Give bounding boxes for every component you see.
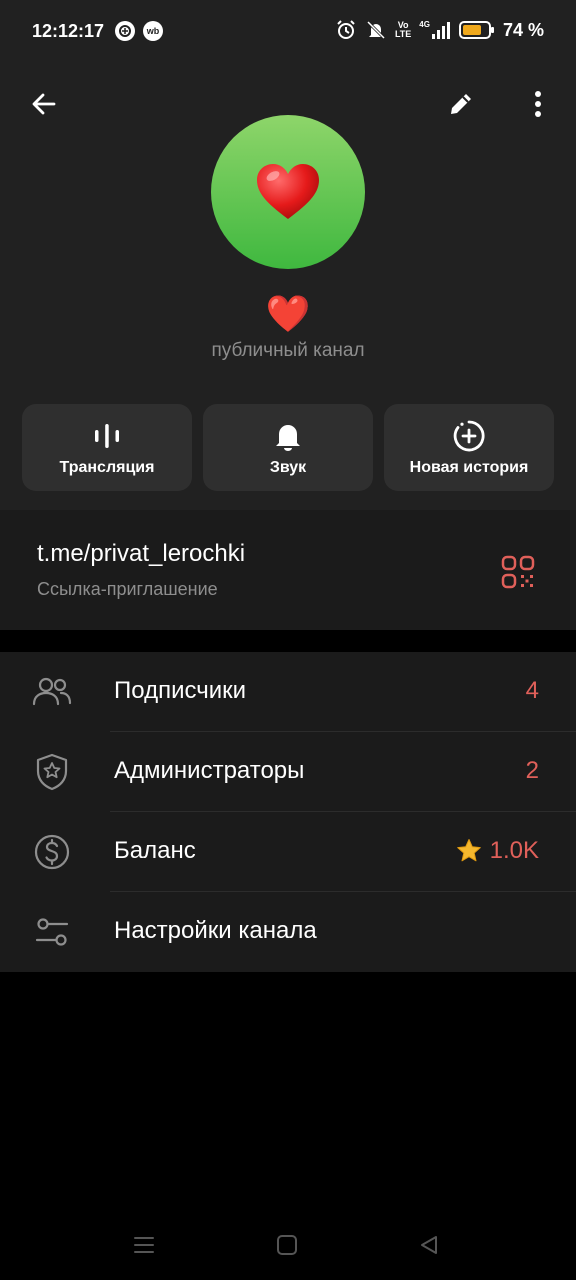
- add-story-icon: [453, 420, 485, 451]
- alarm-icon: [337, 20, 355, 39]
- action-buttons: Трансляция Звук Новая история: [22, 404, 554, 491]
- administrators-label: Администраторы: [114, 757, 305, 784]
- channel-menu: Подписчики 4 Администраторы 2 Баланс 1.0…: [0, 652, 576, 972]
- sliders-icon: [35, 918, 69, 946]
- invite-link-caption: Ссылка-приглашение: [37, 579, 218, 599]
- back-nav-button[interactable]: [411, 1229, 447, 1261]
- status-indicators: Vo LTE 4G 74 %: [335, 19, 544, 41]
- arrow-left-icon: [32, 93, 56, 115]
- menu-item-channel-settings[interactable]: Настройки канала: [0, 892, 576, 972]
- heart-icon: [257, 164, 319, 219]
- volte-icon: Vo LTE: [394, 20, 412, 39]
- signal-icon: 4G: [419, 20, 451, 40]
- recents-button[interactable]: [126, 1229, 162, 1261]
- channel-title: ❤️: [265, 293, 311, 334]
- new-story-button[interactable]: Новая история: [384, 404, 554, 491]
- new-story-label: Новая история: [409, 458, 529, 476]
- star-icon: [456, 839, 481, 862]
- bell-icon: [276, 424, 300, 451]
- menu-item-balance[interactable]: Баланс 1.0K: [0, 812, 576, 892]
- more-vertical-icon: [535, 91, 541, 117]
- menu-item-subscribers[interactable]: Подписчики 4: [0, 652, 576, 732]
- edit-button[interactable]: [441, 84, 481, 124]
- status-app-icons: wb: [115, 21, 163, 41]
- balance-value: 1.0K: [456, 837, 539, 865]
- channel-avatar[interactable]: [211, 115, 365, 269]
- dollar-circle-icon: [34, 834, 70, 870]
- stream-icon: [95, 423, 119, 448]
- sound-label: Звук: [269, 458, 307, 476]
- menu-lines-icon: [134, 1237, 154, 1253]
- back-button[interactable]: [24, 84, 64, 124]
- menu-item-administrators[interactable]: Администраторы 2: [0, 732, 576, 812]
- invite-link-section[interactable]: t.me/privat_lerochki Ссылка-приглашение: [0, 510, 576, 630]
- qr-code-icon: [501, 555, 535, 589]
- sound-button[interactable]: Звук: [203, 404, 373, 491]
- balance-amount: 1.0K: [489, 837, 539, 864]
- more-options-button[interactable]: [518, 84, 558, 124]
- users-icon: [32, 677, 72, 706]
- qr-code-button[interactable]: [498, 552, 538, 592]
- battery-level: 74 %: [502, 19, 544, 40]
- invite-link[interactable]: t.me/privat_lerochki: [37, 540, 245, 568]
- stream-button[interactable]: Трансляция: [22, 404, 192, 491]
- administrators-count: 2: [525, 757, 539, 784]
- subscribers-label: Подписчики: [114, 677, 247, 704]
- notifications-off-icon: [366, 20, 386, 40]
- status-time: 12:12:17: [32, 21, 105, 41]
- channel-settings-label: Настройки канала: [114, 917, 317, 944]
- square-icon: [277, 1235, 297, 1255]
- subscribers-count: 4: [525, 677, 539, 704]
- system-nav-bar: [0, 1215, 576, 1275]
- triangle-back-icon: [421, 1236, 437, 1254]
- channel-type: публичный канал: [211, 340, 365, 361]
- channel-header: 12:12:17 wb Vo LTE 4G 74 % ❤️ публичный …: [0, 0, 576, 510]
- shield-star-icon: [36, 753, 68, 791]
- home-button[interactable]: [269, 1229, 305, 1261]
- balance-label: Баланс: [114, 837, 196, 864]
- wb-app-icon: wb: [143, 21, 163, 41]
- pencil-icon: [451, 94, 471, 114]
- battery-icon: [458, 21, 494, 39]
- stream-label: Трансляция: [59, 458, 155, 476]
- app-notification-icon: [115, 21, 135, 41]
